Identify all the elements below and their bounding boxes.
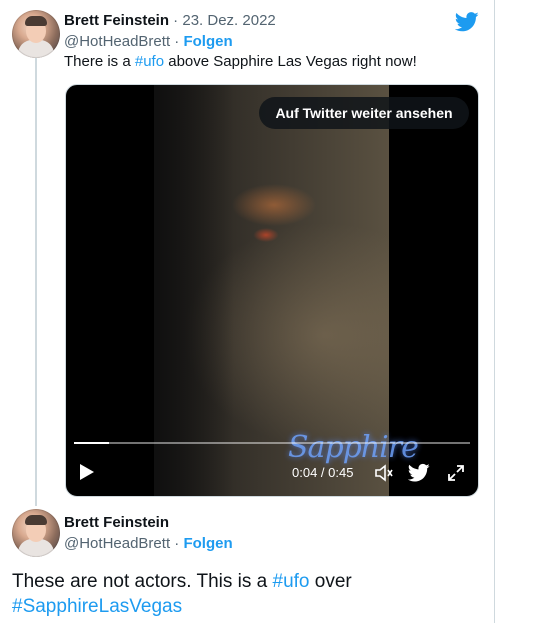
hashtag-link[interactable]: #ufo	[273, 571, 310, 592]
video-frame-shade	[154, 85, 234, 496]
volume-icon[interactable]	[374, 463, 394, 483]
follow-button[interactable]: Folgen	[183, 535, 232, 552]
progress-bar-fill	[74, 442, 110, 444]
follow-button[interactable]: Folgen	[183, 33, 232, 50]
tweet-text-part: over	[309, 571, 352, 592]
tweet-header: Brett Feinstein · 23. Dez. 2022	[64, 11, 276, 31]
handle-row: @HotHeadBrett · Folgen	[64, 32, 233, 52]
thread-connector-line	[35, 58, 37, 506]
tweet-embed-card: Brett Feinstein · 23. Dez. 2022 @HotHead…	[0, 0, 495, 623]
play-icon[interactable]	[80, 464, 94, 480]
separator: ·	[169, 12, 183, 29]
video-player[interactable]: Auf Twitter weiter ansehen Sapphire 0:04…	[65, 84, 479, 497]
separator: ·	[170, 33, 184, 50]
hashtag-link[interactable]: #SapphireLasVegas	[12, 596, 182, 617]
author-name[interactable]: Brett Feinstein	[64, 12, 169, 29]
progress-bar[interactable]	[74, 442, 470, 444]
author-name[interactable]: Brett Feinstein	[64, 514, 169, 531]
twitter-bird-icon[interactable]	[455, 12, 479, 32]
tweet-text: These are not actors. This is a #ufo ove…	[12, 569, 482, 619]
watch-on-twitter-button[interactable]: Auf Twitter weiter ansehen	[259, 97, 469, 129]
video-controls: 0:04 / 0:45	[66, 458, 478, 488]
avatar[interactable]	[12, 10, 60, 58]
tweet-header: Brett Feinstein	[64, 513, 169, 533]
tweet-text-part: above Sapphire Las Vegas right now!	[164, 53, 417, 70]
hashtag-link[interactable]: #ufo	[135, 53, 164, 70]
tweet-text-part: There is a	[64, 53, 135, 70]
author-handle[interactable]: @HotHeadBrett	[64, 33, 170, 50]
time-display: 0:04 / 0:45	[292, 465, 354, 480]
fullscreen-icon[interactable]	[446, 463, 466, 483]
separator: ·	[170, 535, 184, 552]
avatar[interactable]	[12, 509, 60, 557]
twitter-bird-icon[interactable]	[408, 463, 430, 483]
handle-row: @HotHeadBrett · Folgen	[64, 534, 233, 554]
tweet-date[interactable]: 23. Dez. 2022	[182, 12, 275, 29]
tweet-text: There is a #ufo above Sapphire Las Vegas…	[64, 52, 417, 72]
tweet-text-part: These are not actors. This is a	[12, 571, 273, 592]
author-handle[interactable]: @HotHeadBrett	[64, 535, 170, 552]
